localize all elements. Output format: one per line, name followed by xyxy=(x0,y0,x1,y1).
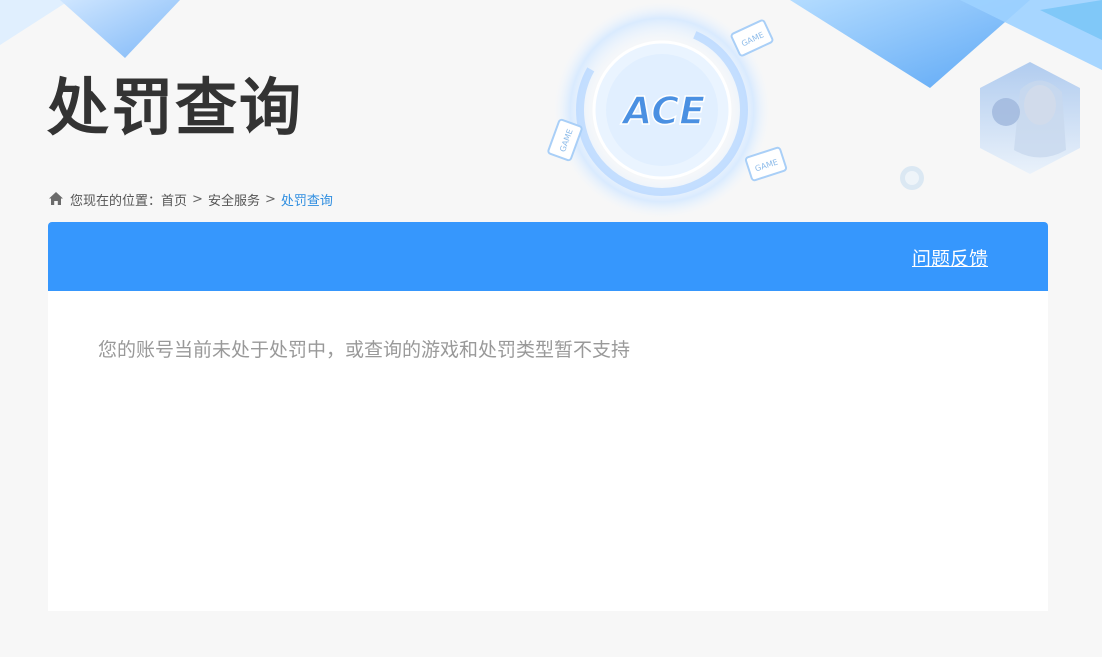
breadcrumb-prefix: 您现在的位置： xyxy=(70,193,162,209)
feedback-link[interactable]: 问题反馈 xyxy=(912,244,988,271)
triangle-decoration xyxy=(60,0,180,58)
breadcrumb-current: 处罚查询 xyxy=(280,193,333,209)
breadcrumb-link-home[interactable]: 首页 xyxy=(161,190,187,209)
result-panel-header: 问题反馈 xyxy=(48,222,1048,291)
result-panel-body: 您的账号当前未处于处罚中，或查询的游戏和处罚类型暂不支持 xyxy=(48,291,1048,611)
page: ACE GAME GAME GAME 处罚查询 您现在的位置： 首页 > 安全服… xyxy=(0,0,1102,657)
home-icon xyxy=(49,192,63,205)
breadcrumb: 您现在的位置： 首页 > 安全服务 > 处罚查询 xyxy=(48,188,333,210)
page-title: 处罚查询 xyxy=(47,71,304,144)
bubble-decoration xyxy=(905,171,919,185)
result-message: 您的账号当前未处于处罚中，或查询的游戏和处罚类型暂不支持 xyxy=(98,339,631,361)
character-avatar xyxy=(980,62,1080,174)
ace-logo-text: ACE xyxy=(620,89,705,133)
triangle-decoration xyxy=(0,0,70,45)
breadcrumb-link-security[interactable]: 安全服务 xyxy=(208,190,260,209)
breadcrumb-separator: > xyxy=(192,191,203,207)
breadcrumb-separator: > xyxy=(264,191,276,207)
